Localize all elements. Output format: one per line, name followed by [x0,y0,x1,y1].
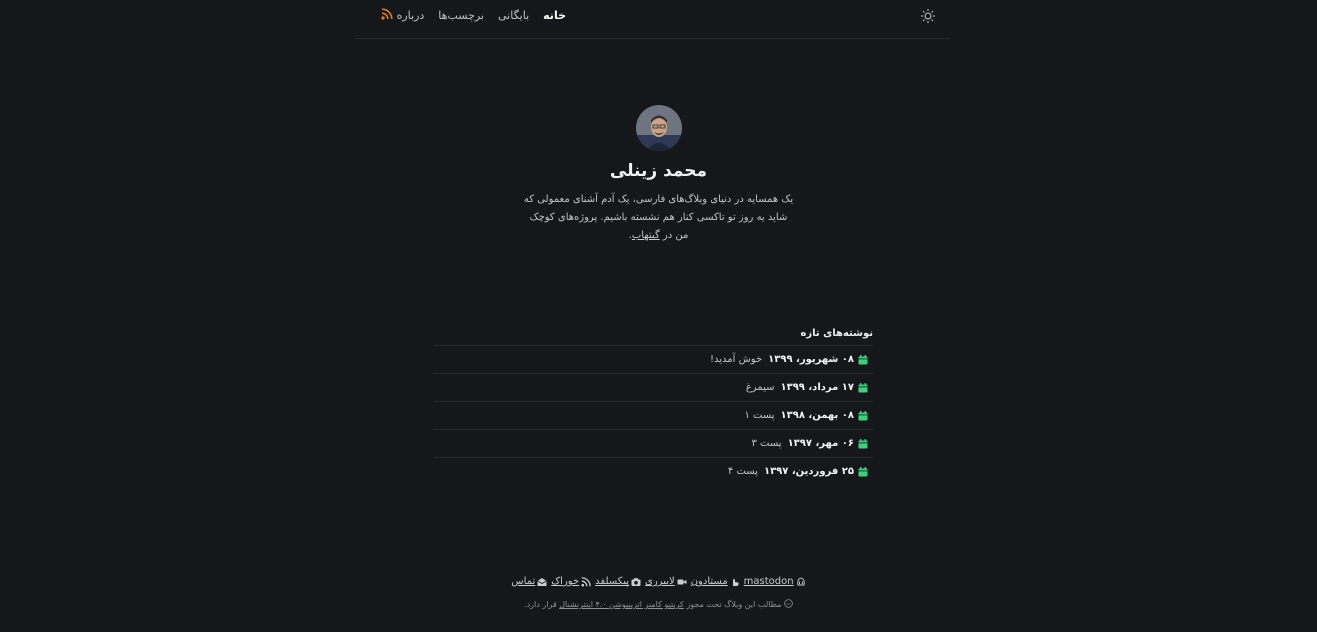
post-row: ۰۸ بهمن، ۱۳۹۸ پست ۱ [433,401,873,429]
footer-link-label: خوراک [551,576,580,587]
video-icon [677,579,687,584]
rss-icon[interactable] [381,8,393,20]
main-nav: خانه بایگانی برچسب‌ها درباره [397,9,566,22]
calendar-icon [858,466,868,476]
recent-posts-title: نوشته‌های تازه [800,328,873,339]
post-date: ۰۸ شهریور، ۱۳۹۹ [768,354,854,365]
post-date: ۰۸ بهمن، ۱۳۹۸ [780,410,854,421]
calendar-icon [858,382,868,392]
footer-link-label: mastodon [743,576,794,587]
mail-icon [537,577,547,586]
footer-link-library[interactable]: لایبرری [645,576,687,587]
top-navbar: خانه بایگانی برچسب‌ها درباره [355,0,951,39]
post-title[interactable]: خوش آمدید! [710,354,762,365]
footer-links: mastodon مستادون لایبرری پیکسلفد خوراک ت… [0,576,1317,587]
post-row: ۰۸ شهریور، ۱۳۹۹ خوش آمدید! [433,345,873,373]
post-title[interactable]: سیمرغ [746,382,775,393]
profile-bio: یک همسایه در دنیای وبلاگ‌های فارسی، یک آ… [524,191,794,245]
license-link[interactable]: کریتیو کامنز اتریبیوشن ۴.۰ اینترنشنال [559,600,684,609]
recent-posts: نوشته‌های تازه ۰۸ شهریور، ۱۳۹۹ خوش آمدید… [433,327,873,485]
post-title[interactable]: پست ۳ [752,438,782,449]
post-row: ۰۶ مهر، ۱۳۹۷ پست ۳ [433,429,873,457]
license-prefix: مطالب این وبلاگ تحت مجوز [686,600,782,609]
footer-link-mastodon[interactable]: مستادون [691,576,740,587]
footer-link-label: لایبرری [645,576,675,587]
footer-link-pixelfed[interactable]: پیکسلفد [595,576,641,587]
post-title[interactable]: پست ۱ [744,410,774,421]
cc-icon: cc [784,599,793,608]
license-suffix: قرار دارد. [524,600,557,609]
github-link[interactable]: گیتهاب [632,230,660,241]
footer-link-label: پیکسلفد [595,576,630,587]
calendar-icon [858,354,868,364]
post-date: ۰۶ مهر، ۱۳۹۷ [787,438,854,449]
post-title[interactable]: پست ۴ [728,466,758,477]
camera-icon [631,577,641,586]
calendar-icon [858,438,868,448]
mastodon-icon [796,577,805,585]
nav-item-home[interactable]: خانه [543,9,566,22]
footer-link-mastodon-en[interactable]: mastodon [744,576,806,587]
post-row: ۱۷ مرداد، ۱۳۹۹ سیمرغ [433,373,873,401]
post-row: ۲۵ فروردین، ۱۳۹۷ پست ۴ [433,457,873,485]
avatar [635,105,682,151]
footer-link-label: مستادون [690,576,728,587]
nav-item-about[interactable]: درباره [397,9,425,22]
nav-item-tags[interactable]: برچسب‌ها [438,9,484,22]
profile-name: محمد زینلی [609,161,708,181]
footer-link-contact[interactable]: تماس [511,576,547,587]
rss-icon [581,576,591,586]
svg-text:cc: cc [786,602,790,606]
nav-item-archive[interactable]: بایگانی [498,9,529,22]
calendar-icon [858,410,868,420]
footer-link-label: تماس [511,576,536,587]
post-date: ۲۵ فروردین، ۱۳۹۷ [763,466,854,477]
sun-icon[interactable] [920,8,936,24]
profile-section: محمد زینلی یک همسایه در دنیای وبلاگ‌های … [0,105,1317,245]
license-notice: cc مطالب این وبلاگ تحت مجوز کریتیو کامنز… [0,599,1317,609]
post-date: ۱۷ مرداد، ۱۳۹۹ [780,382,854,393]
hand-icon [732,578,739,586]
footer-link-feed[interactable]: خوراک [551,576,591,587]
